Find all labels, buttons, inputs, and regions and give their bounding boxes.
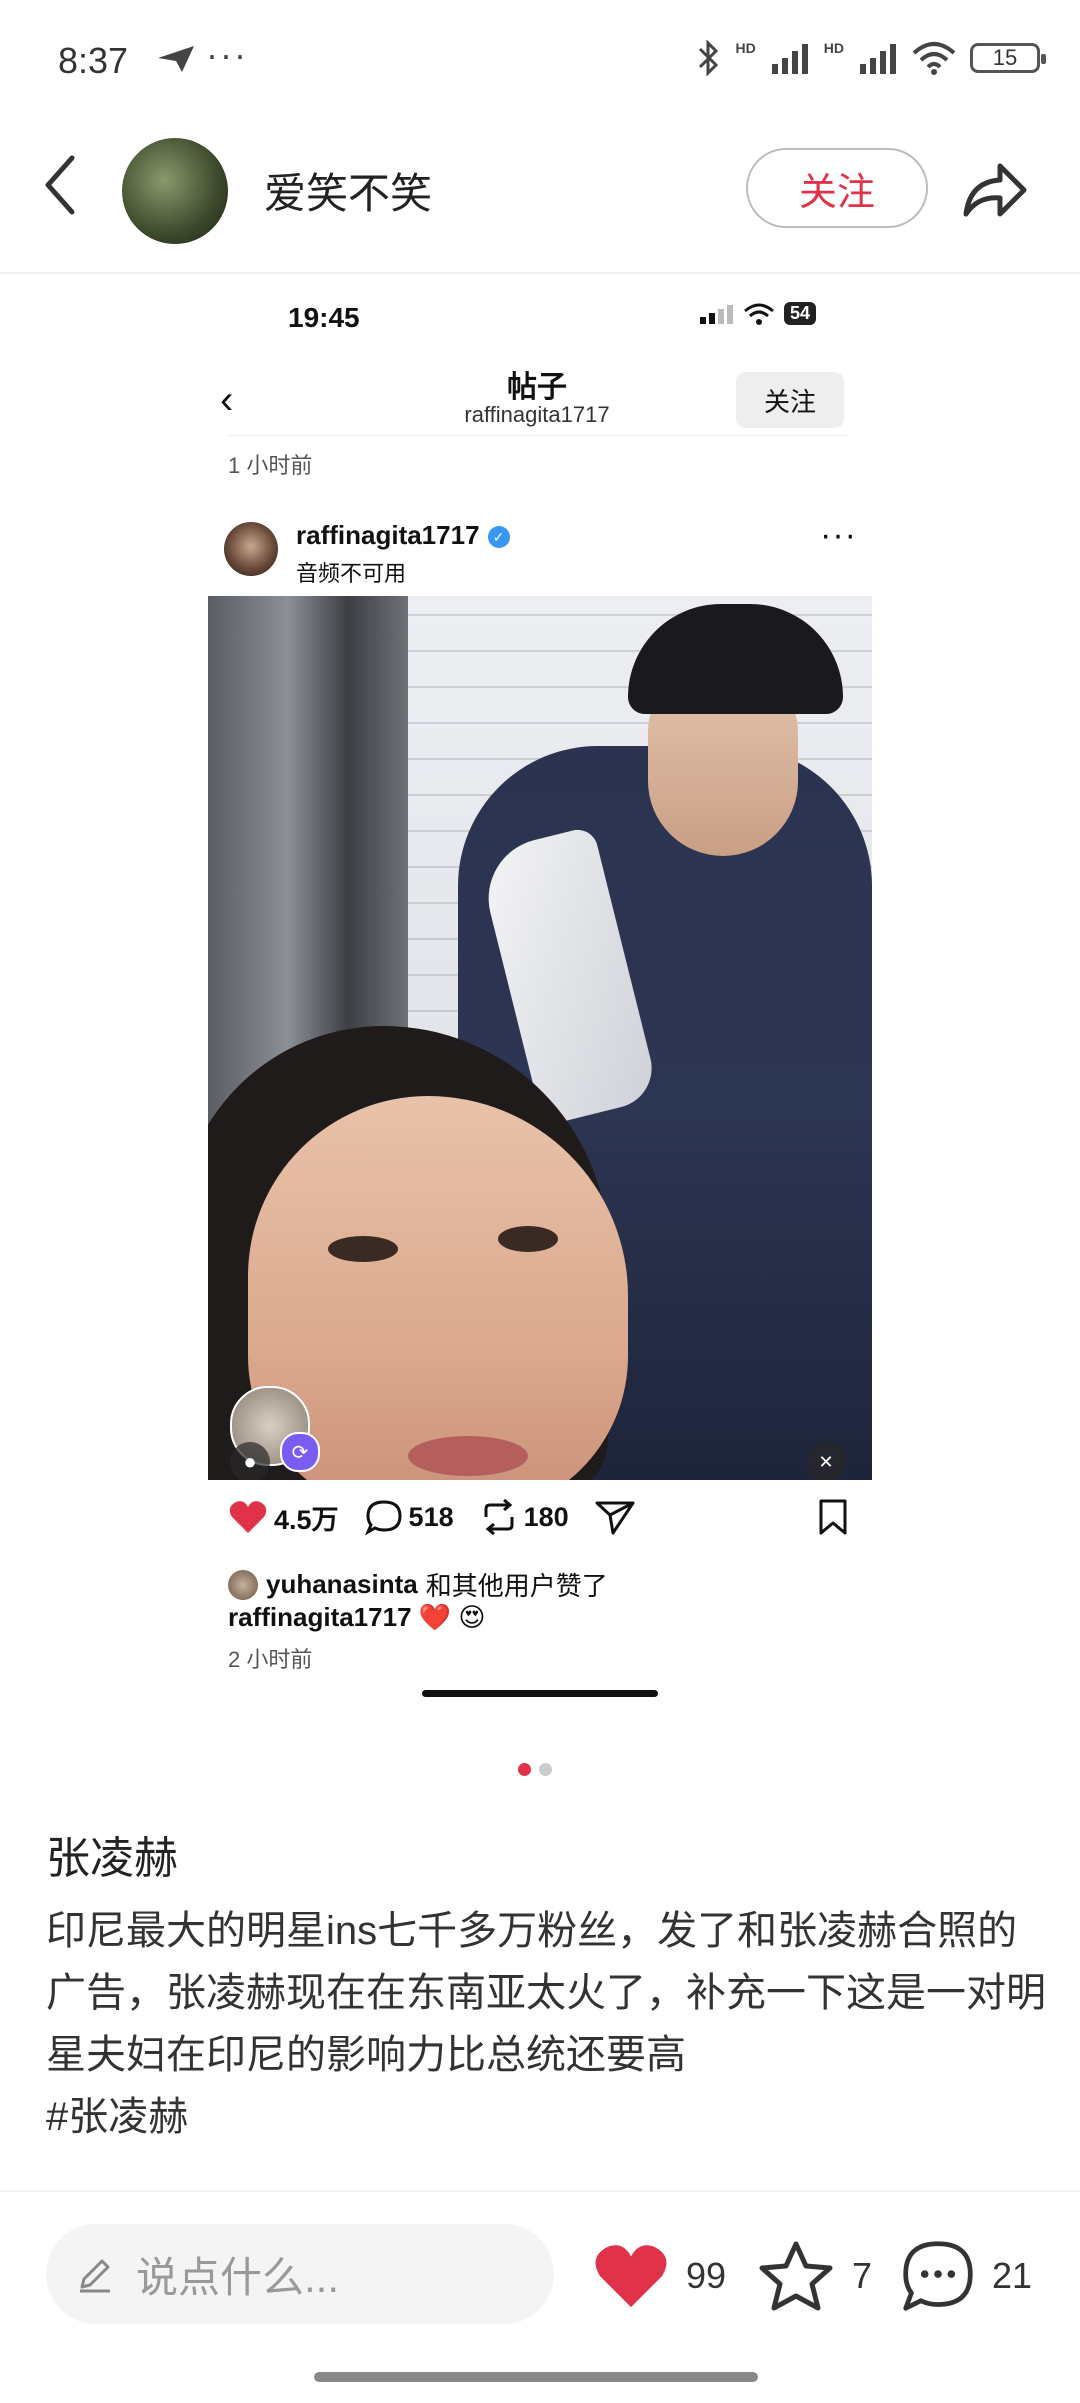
comment-count: 518 xyxy=(408,1501,454,1532)
post-hashtag[interactable]: #张凌赫 xyxy=(46,2095,188,2139)
favorite-button[interactable]: 7 xyxy=(756,2236,872,2316)
share-icon[interactable] xyxy=(960,156,1030,226)
liked-by-suffix: 和其他用户赞了 xyxy=(425,1571,608,1601)
repost-count: 180 xyxy=(523,1501,569,1532)
comment-placeholder: 说点什么... xyxy=(136,2253,340,2301)
like-count-bottom: 99 xyxy=(686,2255,727,2296)
embedded-subtitle: raffinagita1717 xyxy=(464,402,610,427)
image-pager[interactable] xyxy=(518,1763,552,1776)
embedded-home-indicator xyxy=(422,1690,658,1697)
like-count: 4.5万 xyxy=(274,1504,339,1535)
comment-stat: 518 xyxy=(364,1499,454,1535)
send-stat xyxy=(595,1499,635,1535)
caption-user: raffinagita1717 xyxy=(228,1602,412,1632)
heart-filled-icon xyxy=(595,2245,667,2308)
star-icon xyxy=(759,2241,833,2311)
caption-emojis: ❤️ 😍 xyxy=(418,1602,486,1632)
post-photo: ⟳ ● ✕ xyxy=(208,596,872,1480)
wifi-icon xyxy=(912,42,956,75)
battery-icon: 15 xyxy=(970,43,1046,73)
woman-lips xyxy=(408,1436,528,1476)
like-button[interactable]: 99 xyxy=(592,2236,726,2316)
post-title: 张凌赫 xyxy=(46,1834,178,1883)
bookmark-icon xyxy=(819,1499,847,1535)
hd-label-1: HD xyxy=(735,40,756,56)
repost-badge-icon: ⟳ xyxy=(280,1432,320,1472)
embedded-back-icon: ‹ xyxy=(220,378,234,422)
embedded-status-time: 19:45 xyxy=(288,302,360,333)
embedded-status-icons: 54 xyxy=(699,302,816,325)
author-avatar[interactable] xyxy=(122,138,228,244)
woman-eye-right xyxy=(498,1226,558,1252)
verified-icon: ✓ xyxy=(487,526,510,548)
pager-dot-2[interactable] xyxy=(539,1763,552,1776)
embedded-screenshot[interactable]: 19:45 54 ‹ 帖子 raffinagita1717 关注 1 小时前 r… xyxy=(208,280,872,1700)
embedded-follow-button: 关注 xyxy=(736,372,844,428)
comment-input[interactable]: 说点什么... xyxy=(46,2224,554,2324)
comment-count-bottom: 21 xyxy=(992,2255,1033,2296)
comment-icon xyxy=(364,1500,402,1535)
audio-status: 音频不可用 xyxy=(296,561,407,586)
more-notifications-icon: ··· xyxy=(206,34,248,75)
status-time: 8:37 xyxy=(58,40,129,81)
embedded-time-top: 1 小时前 xyxy=(228,453,313,478)
post-user-row: raffinagita1717 ✓ xyxy=(296,520,510,551)
mute-icon: ✕ xyxy=(806,1442,846,1480)
bottom-divider xyxy=(0,2190,1080,2192)
favorite-count: 7 xyxy=(852,2255,873,2296)
back-icon[interactable] xyxy=(40,150,80,220)
signal-icon-2 xyxy=(860,44,896,74)
comment-bubble-icon xyxy=(903,2241,973,2311)
post-actions: 4.5万 518 180 xyxy=(228,1492,848,1542)
post-user-name: raffinagita1717 xyxy=(296,520,480,550)
post-user-avatar xyxy=(224,522,278,576)
header-divider xyxy=(0,272,1080,274)
pager-dot-1[interactable] xyxy=(518,1763,531,1776)
status-icons: HD HD 15 xyxy=(696,38,1046,78)
repost-icon xyxy=(484,1499,514,1535)
more-options-icon: ··· xyxy=(820,516,857,554)
signal-icon xyxy=(771,44,808,74)
caption-row: raffinagita1717 ❤️ 😍 xyxy=(228,1602,485,1633)
liked-by-avatar xyxy=(228,1569,258,1600)
author-name[interactable]: 爱笑不笑 xyxy=(264,160,432,221)
like-stat: 4.5万 xyxy=(228,1498,339,1537)
bluetooth-icon xyxy=(698,40,718,76)
pen-icon xyxy=(80,2259,110,2293)
gesture-bar xyxy=(314,2372,758,2382)
repost-stat: 180 xyxy=(480,1499,569,1535)
embedded-signal-icon xyxy=(699,304,733,324)
post-body-wrap: 印尼最大的明星ins七千多万粉丝，发了和张凌赫合照的广告，张凌赫现在在东南亚太火… xyxy=(46,1900,1046,2148)
woman-eye-left xyxy=(328,1236,398,1262)
embedded-time-bottom: 2 小时前 xyxy=(228,1647,313,1672)
status-bar: 8:37 ··· HD HD 15 xyxy=(0,0,1080,130)
embedded-title: 帖子 xyxy=(507,371,567,404)
embedded-divider xyxy=(228,435,848,436)
send-icon xyxy=(158,46,194,72)
send-post-icon xyxy=(595,1501,635,1535)
liked-by-user: yuhanasinta xyxy=(266,1569,418,1599)
liked-by-row: yuhanasinta 和其他用户赞了 xyxy=(228,1566,608,1603)
heart-filled-icon xyxy=(229,1501,267,1533)
embedded-battery-icon: 54 xyxy=(783,302,816,325)
follow-button[interactable]: 关注 xyxy=(746,148,928,228)
comment-button[interactable]: 21 xyxy=(900,2236,1032,2316)
tagged-user-icon: ● xyxy=(230,1442,270,1480)
embedded-wifi-icon xyxy=(743,303,774,325)
post-body: 印尼最大的明星ins七千多万粉丝，发了和张凌赫合照的广告，张凌赫现在在东南亚太火… xyxy=(46,1909,1046,2077)
hd-label-2: HD xyxy=(823,40,844,56)
